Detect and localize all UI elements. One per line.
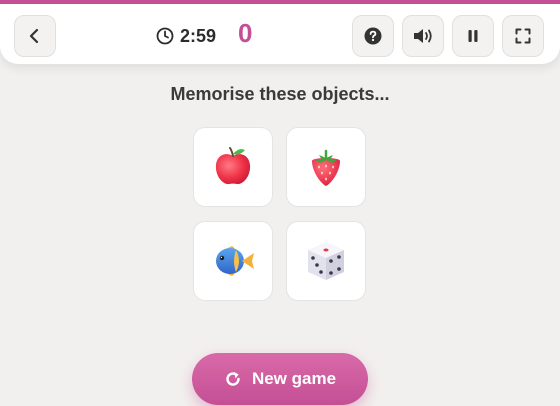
strawberry-icon [312,149,340,186]
dice-icon [308,242,344,280]
score: 0 [238,18,253,48]
sound-button[interactable] [402,15,444,57]
instruction-text: Memorise these objects... [170,84,390,104]
object-card-dice [286,221,366,301]
question-icon [364,27,382,45]
clock-icon [156,27,174,45]
speaker-icon [414,29,432,43]
pause-icon [468,30,478,42]
pause-button[interactable] [452,15,494,57]
object-card-strawberry [286,127,366,207]
new-game-button[interactable]: New game [192,353,368,405]
timer-value: 2:59 [180,25,217,46]
object-card-apple [193,127,273,207]
fullscreen-button[interactable] [502,15,544,57]
timer: 2:59 [156,24,216,48]
fullscreen-icon [515,28,531,44]
back-button[interactable] [14,15,56,57]
new-game-label: New game [251,369,337,388]
top-bar: 2:59 0 [0,0,560,64]
chevron-left-icon [29,28,39,44]
restart-icon [226,372,240,386]
apple-icon [215,147,251,185]
help-button[interactable] [352,15,394,57]
object-card-fish [193,221,273,301]
fish-icon [216,246,254,276]
